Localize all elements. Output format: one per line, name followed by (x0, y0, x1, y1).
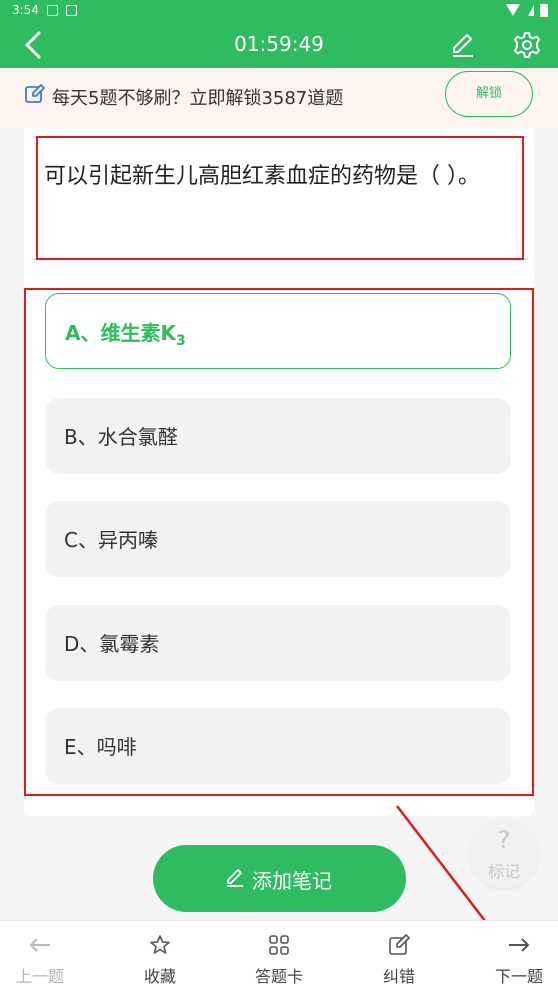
gear-icon[interactable] (512, 30, 542, 60)
option-a-subscript: 3 (175, 333, 186, 349)
option-c[interactable]: C、异丙嗪 (45, 501, 511, 577)
image-notification-icon (47, 5, 58, 16)
star-icon (150, 935, 170, 954)
note-edit-icon (25, 84, 45, 103)
mark-label: 标记 (487, 862, 520, 881)
signal-icon (528, 5, 534, 16)
promo-text: 每天5题不够刷？立即解锁3587道题 (52, 88, 344, 109)
unlock-promo-banner: 每天5题不够刷？立即解锁3587道题 解锁 (0, 68, 558, 128)
pencil-icon (227, 869, 243, 887)
next-question-label: 下一题 (494, 967, 543, 986)
prev-question-label: 上一题 (15, 967, 64, 986)
unlock-button[interactable]: 解锁 (445, 71, 533, 117)
add-note-label: 添加笔记 (252, 869, 332, 893)
option-d-label: D、氯霉素 (64, 632, 160, 656)
option-d[interactable]: D、氯霉素 (45, 605, 511, 681)
pencil-icon[interactable] (448, 30, 478, 60)
mark-button[interactable]: ? 标记 (470, 820, 538, 888)
option-e[interactable]: E、吗啡 (45, 708, 511, 784)
question-text: 可以引起新生儿高胆红素血症的药物是（ ）。 (44, 164, 480, 189)
question-highlight-box: 可以引起新生儿高胆红素血症的药物是（ ）。 (36, 136, 524, 260)
battery-icon (540, 4, 548, 17)
answer-card-label: 答题卡 (254, 967, 303, 986)
option-b[interactable]: B、水合氯醛 (45, 398, 511, 474)
option-a-text: A、维生素K (65, 321, 176, 345)
report-error-label: 纠错 (382, 967, 415, 986)
status-bar: 3:54 (0, 0, 558, 22)
option-c-label: C、异丙嗪 (64, 528, 158, 552)
answer-card-tab[interactable]: 答题卡 (229, 921, 329, 993)
option-e-label: E、吗啡 (64, 735, 137, 759)
favorite-tab[interactable]: 收藏 (110, 921, 210, 993)
grid-icon (269, 935, 289, 955)
option-a-label: A、维生素K3 (65, 317, 186, 349)
bottom-nav: 上一题 收藏 答题卡 纠错 下一题 (0, 920, 558, 993)
prev-question-tab[interactable]: 上一题 (0, 921, 90, 993)
next-question-tab[interactable]: 下一题 (469, 921, 558, 993)
arrow-right-icon (509, 938, 530, 952)
option-a[interactable]: A、维生素K3 (45, 293, 511, 369)
wifi-icon (506, 4, 520, 16)
add-note-button[interactable]: 添加笔记 (153, 845, 406, 912)
option-b-label: B、水合氯醛 (64, 425, 178, 449)
report-error-tab[interactable]: 纠错 (349, 921, 449, 993)
arrow-left-icon (29, 938, 50, 952)
favorite-label: 收藏 (143, 967, 176, 986)
app-notification-icon (66, 5, 77, 16)
question-mark-icon: ? (497, 826, 511, 854)
app-bar: 01:59:49 (0, 22, 558, 68)
status-time: 3:54 (12, 3, 39, 17)
edit-icon (389, 934, 410, 955)
